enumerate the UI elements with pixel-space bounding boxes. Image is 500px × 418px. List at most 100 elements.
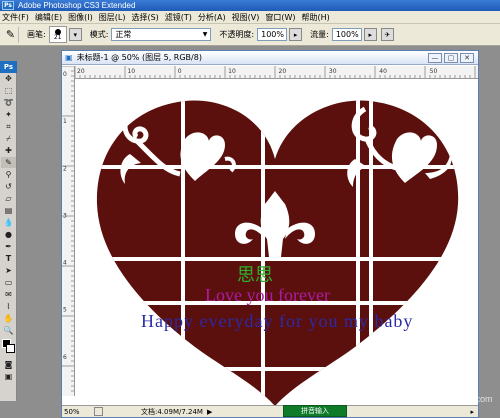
ruler-label: 0 [63, 71, 67, 78]
airbrush-icon[interactable]: ✈ [380, 28, 394, 41]
blur-tool-icon[interactable]: 💧 [1, 217, 16, 228]
tools-panel: Ps ✥ ⬚ ➰ ✦ ⌗ ⌿ ✚ ✎ ⚲ ↺ ▱ ▤ 💧 ● ✒ T ➤ ▭ ✉… [0, 61, 17, 401]
ruler-label: 1 [63, 118, 67, 125]
brush-tool-icon[interactable]: ✎ [1, 157, 16, 168]
mode-select[interactable]: 正常 ▼ [111, 28, 212, 41]
ime-status-indicator[interactable]: 拼音输入 [283, 405, 347, 417]
flow-field[interactable]: 100% [331, 28, 362, 41]
status-menu-arrow-icon[interactable]: ▶ [207, 408, 212, 416]
menu-layer[interactable]: 图层(L) [99, 12, 126, 23]
pen-tool-icon[interactable]: ✒ [1, 241, 16, 252]
ruler-label: 6 [63, 354, 67, 361]
ruler-horizontal: 20 10 0 10 20 30 40 50 [75, 66, 478, 79]
gradient-tool-icon[interactable]: ▤ [1, 205, 16, 216]
dodge-tool-icon[interactable]: ● [1, 229, 16, 240]
scroll-right-icon[interactable]: ▸ [470, 408, 474, 416]
document-titlebar[interactable]: ▣ 未标题-1 @ 50% (图层 5, RGB/8) — ▢ ✕ [62, 51, 478, 65]
artwork-line2-text: Happy everyday for you my baby [141, 311, 414, 331]
heart-artwork [96, 100, 459, 406]
close-button[interactable]: ✕ [460, 52, 474, 63]
shape-tool-icon[interactable]: ▭ [1, 277, 16, 288]
status-options-icon[interactable] [94, 407, 103, 416]
artwork-name-text: 思思 [237, 265, 273, 286]
minimize-button[interactable]: — [428, 52, 442, 63]
move-tool-icon[interactable]: ✥ [1, 73, 16, 84]
document-status-bar: 50% 文档:4.09M/7.24M ▶ ▸ [62, 405, 478, 417]
opacity-label: 不透明度: [219, 30, 255, 39]
opacity-slider-arrow-icon[interactable]: ▸ [289, 28, 303, 41]
notes-tool-icon[interactable]: ✉ [1, 289, 16, 300]
maximize-button[interactable]: ▢ [444, 52, 458, 63]
quick-mask-icon[interactable]: ◙ [1, 359, 16, 370]
magic-wand-tool-icon[interactable]: ✦ [1, 109, 16, 120]
photoshop-logo-icon: Ps [2, 1, 14, 10]
flow-label: 流量: [310, 30, 329, 39]
ruler-label: 50 [430, 68, 438, 75]
ruler-label: 4 [63, 260, 67, 267]
menu-view[interactable]: 视图(V) [232, 12, 260, 23]
menu-help[interactable]: 帮助(H) [302, 12, 330, 23]
ruler-horizontal-ticks: 20 10 0 10 20 30 40 50 [75, 66, 476, 78]
mode-value: 正常 [115, 30, 132, 39]
opacity-field[interactable]: 100% [257, 28, 288, 41]
ruler-label: 10 [127, 68, 135, 75]
menu-image[interactable]: 图像(I) [68, 12, 93, 23]
path-selection-tool-icon[interactable]: ➤ [1, 265, 16, 276]
eyedropper-tool-icon[interactable]: ⌇ [1, 301, 16, 312]
ruler-label: 40 [379, 68, 387, 75]
brush-tool-preset-icon[interactable]: ✎ [3, 26, 19, 43]
mode-label: 模式: [89, 30, 109, 39]
tools-panel-header: Ps [0, 61, 17, 73]
chevron-down-icon: ▼ [202, 31, 208, 38]
menu-edit[interactable]: 编辑(E) [35, 12, 62, 23]
brush-picker[interactable]: 21 [48, 26, 67, 43]
zoom-tool-icon[interactable]: 🔍 [1, 325, 16, 336]
menu-filter[interactable]: 滤镜(T) [165, 12, 192, 23]
brush-size: 21 [53, 33, 62, 41]
app-title: Adobe Photoshop CS3 Extended [18, 1, 136, 10]
menu-select[interactable]: 选择(S) [131, 12, 158, 23]
document-icon: ▣ [65, 53, 73, 62]
screen-mode-icon[interactable]: ▣ [1, 371, 16, 382]
ruler-label: 10 [228, 68, 236, 75]
crop-tool-icon[interactable]: ⌗ [1, 121, 16, 132]
opacity-value: 100% [261, 30, 284, 39]
app-titlebar: Ps Adobe Photoshop CS3 Extended [0, 0, 500, 11]
canvas[interactable]: 思思 Love you forever Happy everyday for y… [75, 79, 478, 406]
ruler-label: 20 [279, 68, 287, 75]
slice-tool-icon[interactable]: ⌿ [1, 133, 16, 144]
zoom-level[interactable]: 50% [64, 408, 92, 416]
history-brush-tool-icon[interactable]: ↺ [1, 181, 16, 192]
hand-tool-icon[interactable]: ✋ [1, 313, 16, 324]
watermark-sub-text: jingyan.baidu.com [420, 394, 493, 404]
ruler-label: 30 [329, 68, 337, 75]
flow-value: 100% [335, 30, 359, 39]
document-title: 未标题-1 @ 50% (图层 5, RGB/8) [76, 53, 202, 62]
menu-window[interactable]: 窗口(W) [265, 12, 295, 23]
eraser-tool-icon[interactable]: ▱ [1, 193, 16, 204]
ime-status-text: 拼音输入 [301, 407, 329, 415]
options-bar: ✎ 画笔: 21 ▾ 模式: 正常 ▼ 不透明度: 100% ▸ 流量: 100… [0, 24, 500, 46]
menu-analysis[interactable]: 分析(A) [198, 12, 226, 23]
lasso-tool-icon[interactable]: ➰ [1, 97, 16, 108]
color-swatches[interactable] [0, 337, 17, 359]
marquee-tool-icon[interactable]: ⬚ [1, 85, 16, 96]
menu-file[interactable]: 文件(F) [2, 12, 29, 23]
healing-brush-tool-icon[interactable]: ✚ [1, 145, 16, 156]
brush-picker-arrow-icon[interactable]: ▾ [68, 28, 82, 41]
flow-slider-arrow-icon[interactable]: ▸ [363, 28, 377, 41]
clone-stamp-tool-icon[interactable]: ⚲ [1, 169, 16, 180]
ruler-label: 2 [63, 165, 67, 172]
ruler-label: 3 [63, 212, 67, 219]
baidu-jingyan-watermark: Bai 经验 jingyan.baidu.com [382, 372, 493, 404]
ruler-label: 0 [178, 68, 182, 75]
background-color-swatch[interactable] [6, 344, 15, 353]
document-window: ▣ 未标题-1 @ 50% (图层 5, RGB/8) — ▢ ✕ 20 10 0 1… [61, 50, 479, 418]
artwork-line1-text: Love you forever [205, 285, 330, 305]
brush-label: 画笔: [27, 30, 46, 39]
watermark-main-text: Bai 经验 [382, 376, 452, 396]
document-size-info: 文档:4.09M/7.24M [141, 407, 203, 416]
type-tool-icon[interactable]: T [1, 253, 16, 264]
ruler-label: 5 [63, 307, 67, 314]
ruler-label: 20 [77, 68, 85, 75]
